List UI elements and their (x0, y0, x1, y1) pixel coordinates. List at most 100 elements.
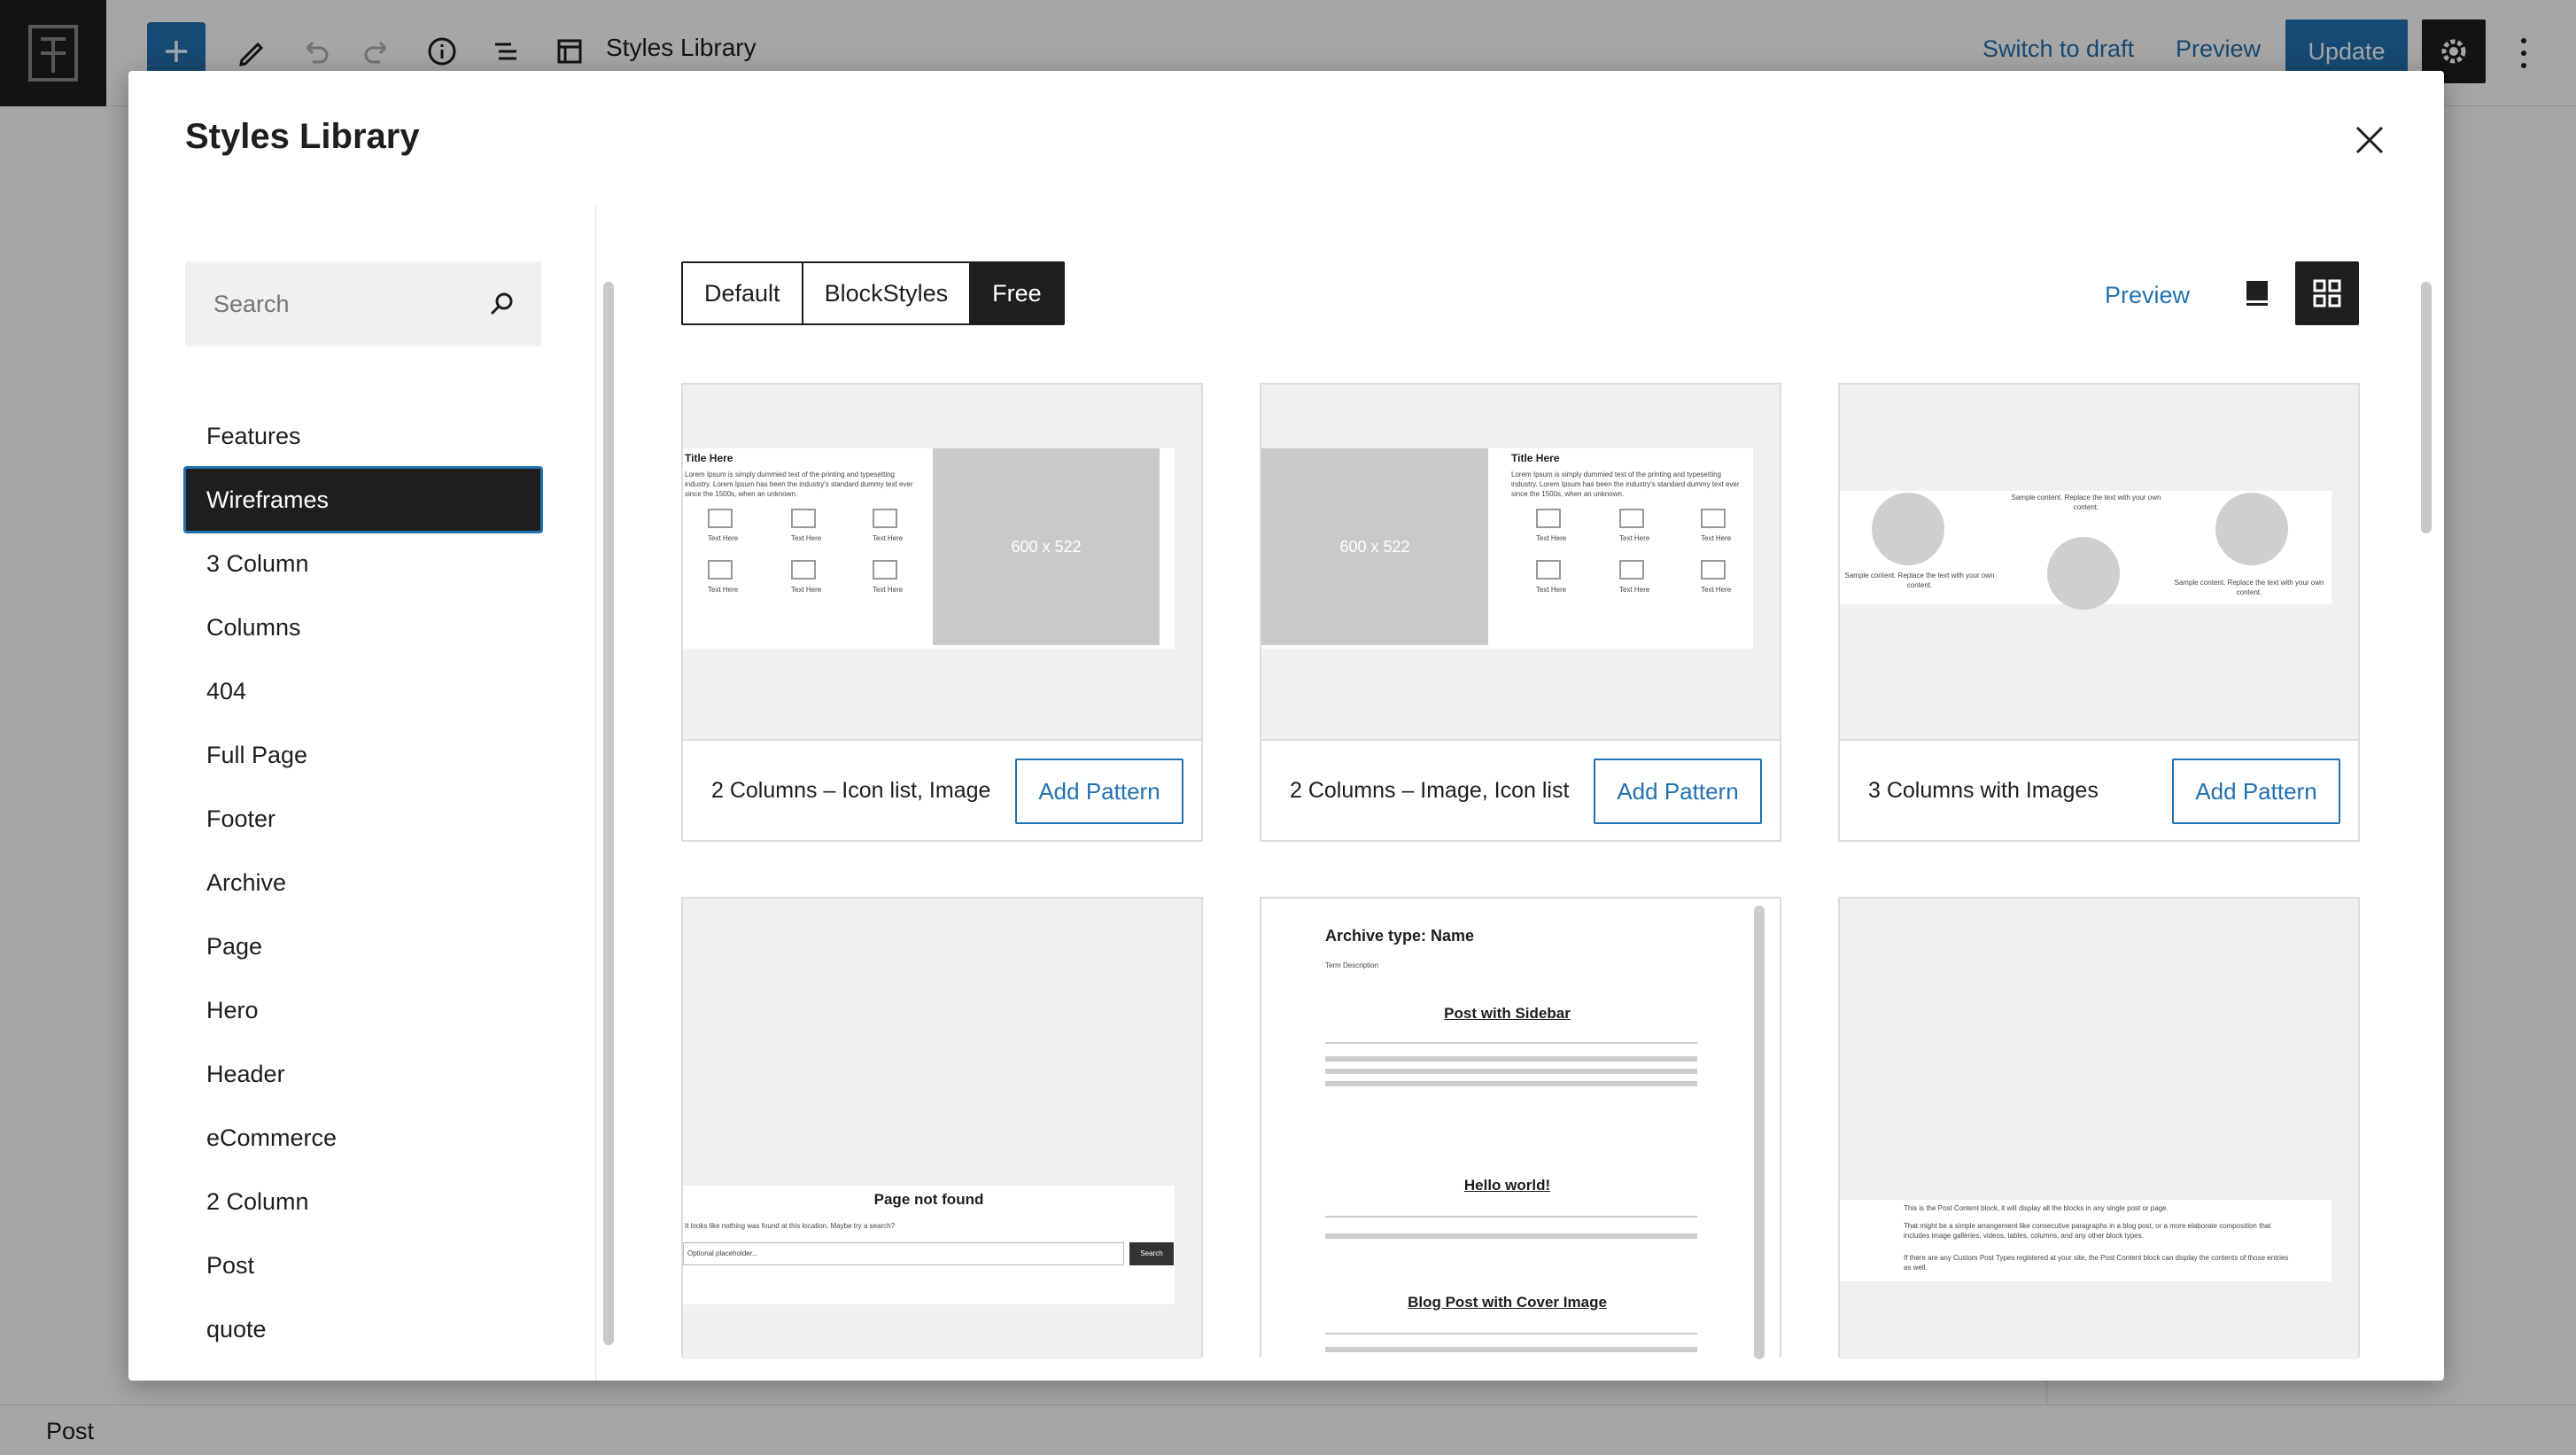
pattern-card[interactable]: Archive type: Name Term Description Post… (1260, 897, 1781, 1359)
category-item-full-page[interactable]: Full Page (185, 723, 541, 787)
preview-divider (1325, 1042, 1697, 1044)
preview-text: Text Here (1701, 534, 1732, 542)
image-placeholder-icon (873, 560, 897, 580)
category-item-page[interactable]: Page (185, 914, 541, 978)
preview-text: Text Here (1536, 534, 1567, 542)
pattern-name: 3 Columns with Images (1868, 778, 2099, 803)
pattern-card[interactable]: This is the Post Content block, it will … (1838, 897, 2360, 1359)
image-placeholder-icon (708, 509, 733, 528)
pattern-card-footer: 2 Columns – Image, Icon list Add Pattern (1261, 739, 1780, 840)
pattern-card-footer: 3 Columns with Images Add Pattern (1840, 739, 2358, 840)
preview-text: Text Here (873, 534, 904, 542)
category-item-ecommerce[interactable]: eCommerce (185, 1106, 541, 1170)
add-pattern-button[interactable]: Add Pattern (1594, 759, 1762, 824)
category-item-archive[interactable]: Archive (185, 851, 541, 914)
search-field (185, 261, 541, 346)
preview-text: Text Here (1619, 586, 1650, 594)
preview-text: Text Here (1536, 586, 1567, 594)
tab-free[interactable]: Free (971, 263, 1063, 323)
image-placeholder: 600 x 522 (933, 448, 1160, 645)
tab-default[interactable]: Default (683, 263, 803, 323)
search-input[interactable] (185, 261, 477, 346)
preview-text: Text Here (708, 534, 739, 542)
modal-title: Styles Library (185, 117, 420, 156)
category-item-features[interactable]: Features (185, 404, 541, 468)
image-placeholder-icon (791, 560, 816, 580)
preview-text: This is the Post Content block, it will … (1904, 1204, 2169, 1212)
single-view-icon[interactable] (2228, 264, 2286, 323)
preview-toggle-link[interactable]: Preview (2105, 282, 2190, 309)
image-placeholder-icon (1536, 560, 1561, 580)
preview-text: That might be a simple arrangement like … (1904, 1222, 2271, 1240)
wireframe-block: This is the Post Content block, it will … (1840, 1200, 2332, 1281)
preview-text: Sample content. Replace the text with yo… (1844, 572, 1995, 589)
sidebar-scrollbar[interactable] (603, 282, 614, 1345)
preview-scrollbar[interactable] (1754, 906, 1765, 1359)
preview-heading: Title Here (1511, 452, 1560, 464)
image-placeholder: 600 x 522 (1261, 448, 1488, 645)
image-placeholder-icon (1619, 560, 1644, 580)
tab-blockstyles[interactable]: BlockStyles (803, 263, 972, 323)
preview-text-line (1325, 1081, 1697, 1086)
preview-text: Text Here (1701, 586, 1732, 594)
pattern-preview[interactable]: Archive type: Name Term Description Post… (1261, 899, 1780, 1359)
main-scrollbar[interactable] (2421, 282, 2432, 533)
image-circle (2047, 537, 2120, 610)
category-item-404[interactable]: 404 (185, 659, 541, 723)
wireframe-block: Page not found It looks like nothing was… (683, 1186, 1175, 1304)
preview-text: It looks like nothing was found at this … (685, 1222, 896, 1230)
preview-text: Term Description (1325, 961, 1379, 969)
grid-view-icon[interactable] (2295, 261, 2359, 325)
preview-text: Sample content. Replace the text with yo… (2011, 494, 2161, 511)
preview-heading: Page not found (873, 1191, 984, 1208)
preview-text-line (1325, 1347, 1697, 1352)
category-item-footer[interactable]: Footer (185, 787, 541, 851)
preview-text-line (1325, 1233, 1697, 1239)
pattern-card-footer: 2 Columns – Icon list, Image Add Pattern (683, 739, 1201, 840)
preview-heading: Title Here (685, 452, 733, 464)
category-item-columns[interactable]: Columns (185, 595, 541, 659)
styles-library-modal: Styles Library FeaturesWireframes3 Colum… (128, 71, 2444, 1381)
wireframe-block: Title Here Lorem Ipsum is simply dummied… (683, 448, 1175, 649)
add-pattern-button[interactable]: Add Pattern (1015, 759, 1183, 824)
preview-search-button: Search (1129, 1242, 1174, 1265)
pattern-preview[interactable]: Title Here Lorem Ipsum is simply dummied… (683, 385, 1201, 739)
image-placeholder-icon (873, 509, 897, 528)
close-icon[interactable] (2343, 113, 2396, 167)
add-pattern-button[interactable]: Add Pattern (2172, 759, 2340, 824)
preview-search-input: Optional placeholder... (683, 1242, 1124, 1265)
category-item-hero[interactable]: Hero (185, 978, 541, 1042)
preview-text-line (1325, 1056, 1697, 1062)
category-item-post[interactable]: Post (185, 1233, 541, 1297)
preview-text: Lorem Ipsum is simply dummied text of th… (1511, 471, 1740, 498)
image-placeholder-icon (1701, 509, 1726, 528)
image-placeholder-icon (1701, 560, 1726, 580)
category-item-3-column[interactable]: 3 Column (185, 532, 541, 595)
image-placeholder-icon (708, 560, 733, 580)
category-item-2-column[interactable]: 2 Column (185, 1170, 541, 1233)
category-item-quote[interactable]: quote (185, 1297, 541, 1361)
preview-text-line (1325, 1069, 1697, 1074)
preview-divider (1325, 1216, 1697, 1218)
category-list: Features Wireframes 3 Column Columns 404 Full… (183, 404, 543, 1361)
image-placeholder-icon (1536, 509, 1561, 528)
pattern-preview[interactable]: Page not found It looks like nothing was… (683, 899, 1201, 1359)
pattern-card[interactable]: Sample content. Replace the text with yo… (1838, 383, 2360, 842)
image-circle (2215, 493, 2288, 565)
pattern-preview[interactable]: Sample content. Replace the text with yo… (1840, 385, 2358, 739)
preview-text: Text Here (873, 586, 904, 594)
pattern-card[interactable]: 600 x 522 Title Here Lorem Ipsum is simp… (1260, 383, 1781, 842)
category-item-wireframes[interactable]: Wireframes (183, 466, 543, 533)
pattern-preview[interactable]: 600 x 522 Title Here Lorem Ipsum is simp… (1261, 385, 1780, 739)
wireframe-block: Sample content. Replace the text with yo… (1840, 491, 2332, 610)
pattern-card[interactable]: Page not found It looks like nothing was… (681, 897, 1203, 1359)
preview-heading: Archive type: Name (1325, 927, 1475, 945)
pattern-card[interactable]: Title Here Lorem Ipsum is simply dummied… (681, 383, 1203, 842)
preview-text: Lorem Ipsum is simply dummied text of th… (685, 471, 913, 498)
preview-text: Text Here (1619, 534, 1650, 542)
preview-post-title: Hello world! (1463, 1177, 1551, 1194)
search-icon[interactable] (486, 288, 518, 320)
pattern-preview[interactable]: This is the Post Content block, it will … (1840, 899, 2358, 1359)
preview-divider (1325, 1333, 1697, 1334)
category-item-header[interactable]: Header (185, 1042, 541, 1106)
